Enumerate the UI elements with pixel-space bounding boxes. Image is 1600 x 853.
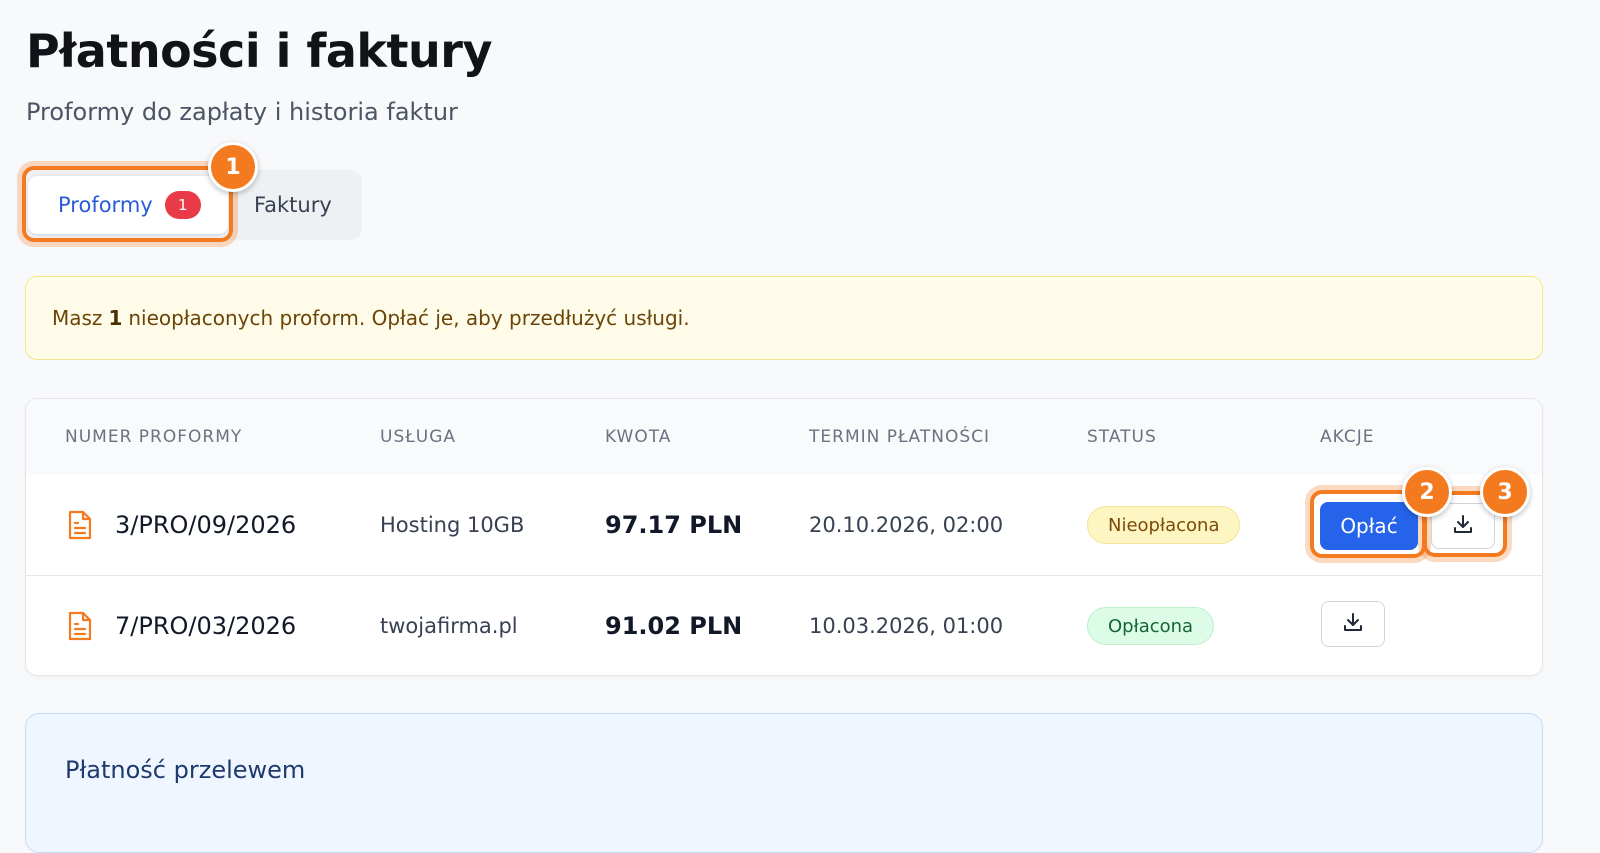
column-header-due-date: TERMIN PŁATNOŚCI [809, 427, 991, 447]
page-subtitle: Proformy do zapłaty i historia faktur [26, 98, 458, 126]
table-row: 7/PRO/03/2026 twojafirma.pl 91.02 PLN 10… [26, 576, 1542, 675]
page-title: Płatności i faktury [26, 24, 492, 78]
tab-faktury-label: Faktury [254, 193, 332, 217]
tab-faktury[interactable]: Faktury [254, 176, 332, 234]
bank-transfer-title: Płatność przelewem [65, 756, 306, 784]
proforma-table: NUMER PROFORMY USŁUGA KWOTA TERMIN PŁATN… [25, 398, 1543, 676]
notice-prefix: Masz [52, 306, 103, 330]
status-badge: Nieopłacona [1087, 506, 1241, 544]
column-header-service: USŁUGA [380, 427, 457, 447]
file-text-icon [66, 576, 94, 675]
annotation-marker-2: 2 [1402, 467, 1452, 517]
column-header-status: STATUS [1087, 427, 1157, 447]
amount: 91.02 PLN [605, 612, 743, 640]
annotation-marker-1: 1 [208, 142, 258, 192]
service-name: Hosting 10GB [380, 513, 525, 537]
column-header-amount: KWOTA [605, 427, 672, 447]
service-name: twojafirma.pl [380, 614, 518, 638]
column-header-number: NUMER PROFORMY [65, 427, 243, 447]
pay-button[interactable]: Opłać [1320, 502, 1418, 550]
status-cell: Opłacona [1087, 576, 1215, 675]
table-row: 3/PRO/09/2026 Hosting 10GB 97.17 PLN 20.… [26, 475, 1542, 576]
unpaid-notice: Masz 1 nieopłaconych proform. Opłać je, … [25, 276, 1543, 360]
notice-text: nieopłaconych proform. Opłać je, aby prz… [128, 306, 690, 330]
download-icon [1451, 512, 1475, 540]
proforma-number: 3/PRO/09/2026 [115, 511, 297, 539]
download-icon [1341, 610, 1365, 638]
due-date: 20.10.2026, 02:00 [809, 513, 1004, 537]
tab-bar: Proformy 1 Faktury [24, 170, 362, 240]
tab-proformy-label: Proformy [58, 193, 153, 217]
download-button[interactable] [1321, 601, 1385, 647]
proforma-number: 7/PRO/03/2026 [115, 612, 297, 640]
amount: 97.17 PLN [605, 511, 743, 539]
due-date: 10.03.2026, 01:00 [809, 614, 1004, 638]
status-badge: Opłacona [1087, 607, 1215, 645]
notice-count: 1 [108, 306, 123, 330]
unpaid-count-badge: 1 [164, 191, 201, 219]
table-header: NUMER PROFORMY USŁUGA KWOTA TERMIN PŁATN… [26, 399, 1542, 475]
tab-proformy[interactable]: Proformy 1 [28, 176, 228, 234]
column-header-actions: AKCJE [1320, 427, 1375, 447]
status-cell: Nieopłacona [1087, 475, 1241, 575]
file-text-icon [66, 475, 94, 575]
annotation-marker-3: 3 [1480, 467, 1530, 517]
bank-transfer-section: Płatność przelewem [25, 713, 1543, 853]
